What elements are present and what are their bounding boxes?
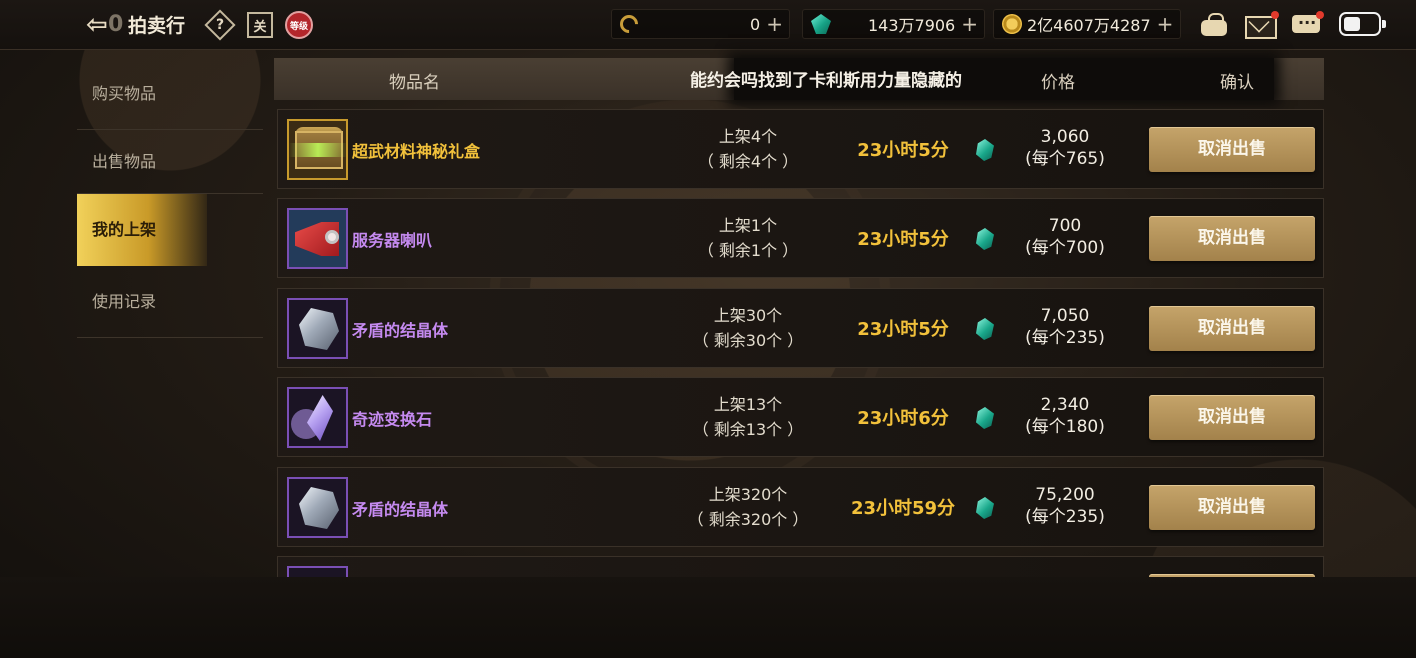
listing-row: 奇迹变换石 上架13个 （ 剩余13个 ） 23小时6分 2,340 (每个18… [277, 377, 1324, 457]
remaining-count: （ 剩余1个 ） [697, 241, 799, 260]
currency-gem: 143万7906 + [802, 9, 985, 39]
currency-value: 143万7906 [867, 16, 956, 35]
c-currency-icon [616, 11, 642, 37]
unit-price: (每个700) [1025, 238, 1105, 258]
total-price: 2,340 [1040, 395, 1090, 415]
listed-count: 上架4个 [718, 127, 778, 146]
listed-count: 上架320个 [708, 485, 788, 504]
sidebar-item-my-listings[interactable]: 我的上架 [77, 194, 207, 266]
unit-price: (每个180) [1025, 417, 1105, 437]
add-gold-button[interactable]: + [1157, 14, 1174, 34]
sidebar: 购买物品 出售物品 我的上架 使用记录 [77, 58, 277, 338]
item-quantity: 上架13个 （ 剩余13个 ） [663, 392, 833, 442]
gem-icon [811, 14, 831, 34]
notification-dot [1271, 11, 1279, 19]
crystal-icon[interactable] [287, 477, 348, 538]
currency-value: 0 [750, 14, 761, 34]
currency-value: 2亿4607万4287 [1027, 16, 1151, 35]
column-item-name: 物品名 [389, 73, 440, 93]
item-quantity: 上架320个 （ 剩余320个 ） [663, 482, 833, 532]
sidebar-item-sell[interactable]: 出售物品 [77, 130, 263, 194]
time-remaining: 23小时5分 [857, 319, 949, 340]
help-icon[interactable]: ? [204, 9, 236, 41]
gold-coin-icon [1002, 14, 1022, 34]
item-name: 服务器喇叭 [352, 231, 433, 250]
add-gem-button[interactable]: + [961, 14, 978, 34]
chest-icon[interactable] [287, 119, 348, 180]
time-remaining: 23小时6分 [857, 408, 949, 429]
item-name: 超武材料神秘礼盒 [352, 142, 481, 161]
page-title: 拍卖行 [128, 15, 186, 37]
item-name: 矛盾的结晶体 [352, 500, 449, 519]
price: 3,060 (每个765) [1000, 126, 1130, 170]
price: 700 (每个700) [1000, 215, 1130, 259]
mail-icon[interactable] [1245, 10, 1279, 39]
listing-list: 超武材料神秘礼盒 上架4个 （ 剩余4个 ） 23小时5分 3,060 (每个7… [277, 109, 1324, 577]
cancel-sale-button[interactable]: 取消出售 [1149, 127, 1315, 172]
cancel-sale-button[interactable]: 取消出售 [1149, 306, 1315, 351]
chat-icon[interactable] [1292, 10, 1324, 38]
remaining-count: （ 剩余320个 ） [687, 510, 809, 529]
item-quantity: 上架30个 （ 剩余30个 ） [663, 303, 833, 353]
remaining-count: （ 剩余13个 ） [692, 420, 804, 439]
gem-icon [976, 407, 994, 429]
listed-count: 上架30个 [713, 306, 783, 325]
bottom-area [0, 577, 1416, 658]
total-price: 3,060 [1040, 127, 1090, 147]
column-price: 价格 [1041, 73, 1075, 93]
currency-c: 0 + [611, 9, 790, 39]
top-bar: ⇦ 0 拍卖行 ? 关 等级 0 + 143万7906 + 2亿4607万428… [0, 0, 1416, 50]
cancel-sale-button[interactable]: 取消出售 [1149, 485, 1315, 530]
time-remaining: 23小时5分 [857, 140, 949, 161]
price: 7,050 (每个235) [1000, 305, 1130, 349]
calendar-icon[interactable]: 关 [247, 12, 273, 38]
listing-row-partial [277, 556, 1324, 577]
gem-icon [976, 497, 994, 519]
price: 75,200 (每个235) [1000, 484, 1130, 528]
back-button[interactable]: ⇦ 0 [86, 9, 130, 41]
level-icon[interactable]: 等级 [285, 11, 313, 39]
unit-price: (每个765) [1025, 149, 1105, 169]
column-confirm: 确认 [1220, 73, 1254, 93]
crystal-icon[interactable] [287, 298, 348, 359]
time-remaining: 23小时59分 [850, 498, 956, 519]
cancel-sale-button[interactable]: 取消出售 [1149, 216, 1315, 261]
back-arrow-icon: ⇦ [86, 10, 108, 40]
item-name: 奇迹变换石 [352, 410, 433, 429]
unit-price: (每个235) [1025, 507, 1105, 527]
gem-icon [976, 228, 994, 250]
total-price: 75,200 [1035, 485, 1095, 505]
item-icon[interactable] [287, 566, 348, 577]
listing-row: 矛盾的结晶体 上架320个 （ 剩余320个 ） 23小时59分 75,200 … [277, 467, 1324, 547]
item-name: 矛盾的结晶体 [352, 321, 449, 340]
listing-row: 矛盾的结晶体 上架30个 （ 剩余30个 ） 23小时5分 7,050 (每个2… [277, 288, 1324, 368]
unit-price: (每个235) [1025, 328, 1105, 348]
listed-count: 上架13个 [713, 395, 783, 414]
shard-icon[interactable] [287, 387, 348, 448]
listing-row: 服务器喇叭 上架1个 （ 剩余1个 ） 23小时5分 700 (每个700) 取… [277, 198, 1324, 278]
battery-icon [1339, 12, 1386, 36]
add-currency-button[interactable]: + [766, 14, 783, 34]
sidebar-item-buy[interactable]: 购买物品 [77, 58, 263, 130]
announcement-text: 能约会吗找到了卡利斯用力量隐藏的 [690, 71, 962, 90]
total-price: 7,050 [1040, 306, 1090, 326]
remaining-count: （ 剩余4个 ） [697, 152, 799, 171]
cancel-sale-button[interactable]: 取消出售 [1149, 395, 1315, 440]
notification-dot [1316, 11, 1324, 19]
currency-gold: 2亿4607万4287 + [993, 9, 1181, 39]
price: 2,340 (每个180) [1000, 394, 1130, 438]
gem-icon [976, 139, 994, 161]
remaining-count: （ 剩余30个 ） [692, 331, 804, 350]
time-remaining: 23小时5分 [857, 229, 949, 250]
bag-icon[interactable] [1199, 10, 1229, 38]
item-quantity: 上架1个 （ 剩余1个 ） [663, 213, 833, 263]
gem-icon [976, 318, 994, 340]
megaphone-icon[interactable] [287, 208, 348, 269]
sidebar-item-history[interactable]: 使用记录 [77, 266, 263, 338]
back-badge: 0 [108, 12, 124, 37]
listed-count: 上架1个 [718, 216, 778, 235]
total-price: 700 [1048, 216, 1082, 236]
listing-row: 超武材料神秘礼盒 上架4个 （ 剩余4个 ） 23小时5分 3,060 (每个7… [277, 109, 1324, 189]
item-quantity: 上架4个 （ 剩余4个 ） [663, 124, 833, 174]
